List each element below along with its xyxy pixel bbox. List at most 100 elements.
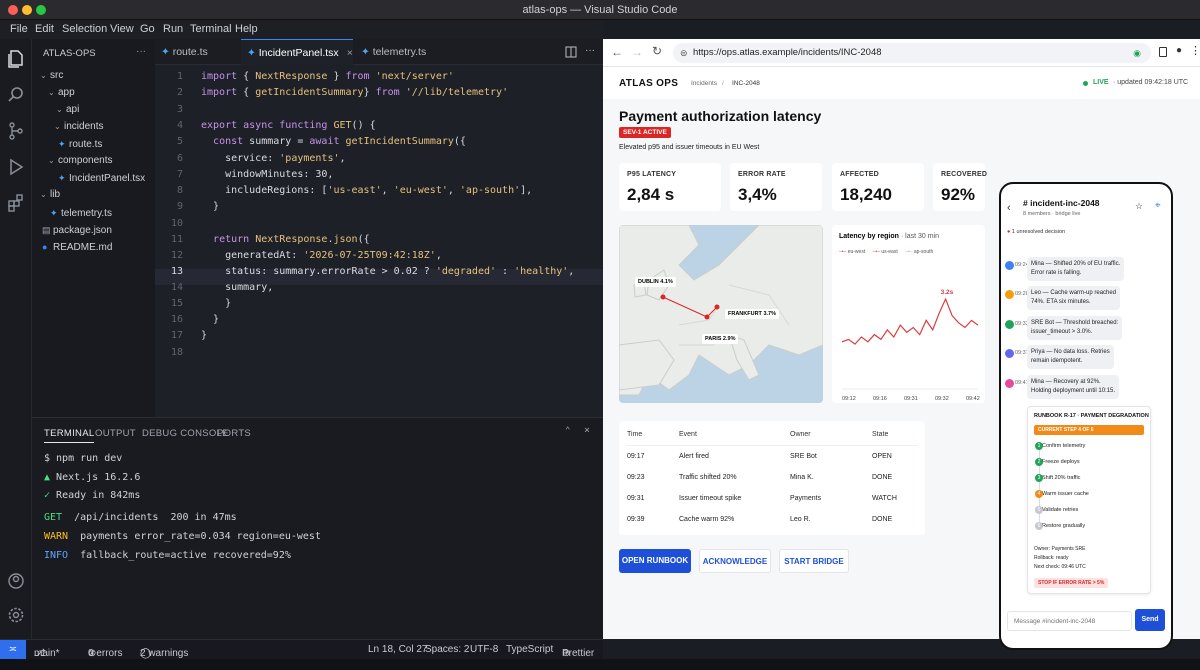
status-bar: ≍ ⎇ main* ⊗ 0 errors ◯ 2 warnings Ln 18,… — [0, 639, 603, 660]
tree-folder-api[interactable]: ⌄ api — [56, 102, 79, 118]
tree-folder-src[interactable]: ⌄ src — [40, 68, 63, 84]
tab-debug-console[interactable]: DEBUG CONSOLE — [142, 428, 229, 439]
code-editor[interactable]: 1 2 3 4 5 6 7 8 9 10 11 12 13 14 15 16 17 18 import { Nex… — [155, 65, 603, 417]
tree-folder-lib[interactable]: ⌄ lib — [40, 187, 60, 203]
step-label: Warm issuer cache — [1042, 491, 1089, 497]
tree-file-telemetry-ts[interactable]: ✦ telemetry.ts — [50, 205, 112, 221]
pin-icon[interactable]: ⌖ — [1155, 200, 1161, 211]
close-tab-icon[interactable]: × — [347, 47, 353, 59]
runbook-step[interactable]: 3 Shift 20% traffic — [1035, 474, 1080, 482]
step-label: Confirm telemetry — [1042, 443, 1086, 449]
cell-event: Cache warm 92% — [679, 516, 735, 523]
menu-terminal[interactable]: Terminal — [190, 23, 232, 35]
extension-icon[interactable]: ◉ — [1133, 43, 1141, 63]
back-chevron-icon[interactable]: ‹ — [1007, 202, 1011, 214]
unresolved-decision-banner[interactable]: ● 1 unresolved decision — [1007, 229, 1065, 235]
region-map[interactable]: DUBLIN 4.1% FRANKFURT 3.7% PARIS 2.9% — [619, 225, 823, 403]
breadcrumb-incidents[interactable]: Incidents — [691, 80, 717, 87]
line-number: 18 — [170, 347, 183, 358]
cell-event: Issuer timeout spike — [679, 495, 742, 502]
runbook-step[interactable]: 4 Warm issuer cache — [1035, 490, 1089, 498]
source-control-icon[interactable] — [6, 121, 26, 141]
acknowledge-button[interactable]: ACKNOWLEDGE — [699, 549, 771, 573]
branch-label: main* — [34, 648, 60, 659]
explorer-icon[interactable] — [6, 49, 26, 69]
encoding[interactable]: UTF-8 — [470, 644, 498, 655]
send-button[interactable]: Send — [1135, 609, 1165, 631]
address-bar[interactable]: ⊜ https://ops.atlas.example/incidents/IN… — [673, 43, 1151, 63]
menu-view[interactable]: View — [110, 23, 134, 35]
indentation[interactable]: Spaces: 2 — [425, 644, 469, 655]
bookmark-icon[interactable] — [1159, 47, 1167, 57]
browser-menu-icon[interactable]: ⋮ — [1190, 44, 1200, 57]
profile-icon[interactable]: ● — [1176, 45, 1182, 56]
stop-condition-badge: STOP IF ERROR RATE > 5% — [1034, 578, 1109, 588]
message-bubble: Priya — No data loss. Retries remain idem… — [1027, 345, 1114, 369]
code-line: service: 'payments', — [201, 153, 346, 164]
more-actions-icon[interactable]: ··· — [136, 46, 146, 57]
close-panel-icon[interactable]: × — [584, 425, 590, 436]
editor-more-icon[interactable]: ··· — [585, 45, 595, 56]
runbook-step[interactable]: 5 Validate retries — [1035, 506, 1078, 514]
tab-incidentpanel-tsx[interactable]: ✦ IncidentPanel.tsx × — [241, 39, 353, 65]
map-label-frankfurt[interactable]: FRANKFURT 3.7% — [725, 309, 779, 319]
search-icon[interactable] — [6, 85, 26, 105]
tab-output[interactable]: OUTPUT — [95, 428, 136, 439]
tree-file-route-ts[interactable]: ✦ route.ts — [58, 136, 102, 152]
tab-route-ts[interactable]: ✦ route.ts — [155, 39, 239, 65]
column-header-state: State — [872, 431, 889, 438]
tree-file-readme-md[interactable]: ● README.md — [42, 239, 112, 255]
map-label-dublin[interactable]: DUBLIN 4.1% — [635, 277, 676, 287]
menu-help[interactable]: Help — [235, 23, 258, 35]
message-input[interactable] — [1007, 611, 1132, 631]
menu-file[interactable]: File — [10, 23, 28, 35]
site-info-icon[interactable]: ⊜ — [680, 43, 688, 63]
runbook-step[interactable]: 6 Restore gradually — [1035, 522, 1085, 530]
errors-label: 0 errors — [88, 648, 123, 659]
runbook-title: RUNBOOK R-17 · PAYMENT DEGRADATION — [1034, 413, 1149, 419]
menu-run[interactable]: Run — [163, 23, 183, 35]
forward-arrow-icon[interactable]: → — [631, 45, 643, 59]
tab-ports[interactable]: PORTS — [217, 428, 251, 439]
runbook-details: Owner: Payments SRE Rollback: ready Next… — [1034, 545, 1086, 572]
run-debug-icon[interactable] — [6, 157, 26, 177]
runbook-card[interactable]: RUNBOOK R-17 · PAYMENT DEGRADATION CURRE… — [1027, 406, 1151, 594]
back-arrow-icon[interactable]: ← — [611, 45, 623, 59]
menu-edit[interactable]: Edit — [35, 23, 54, 35]
tab-terminal[interactable]: TERMINAL — [44, 428, 95, 443]
open-runbook-button[interactable]: OPEN RUNBOOK — [619, 549, 691, 573]
triangle-icon: ▲ — [44, 472, 57, 483]
accounts-icon[interactable] — [6, 571, 26, 591]
start-bridge-button[interactable]: START BRIDGE — [779, 549, 849, 573]
remote-indicator-icon[interactable]: ≍ — [0, 640, 26, 660]
cell-owner: Mina K. — [790, 474, 814, 481]
reload-icon[interactable]: ↻ — [652, 44, 662, 58]
code-line: } — [201, 330, 208, 341]
cursor-position[interactable]: Ln 18, Col 27 — [368, 644, 428, 655]
kpi-label: P95 LATENCY — [627, 171, 677, 178]
tree-file-package-json[interactable]: ▤ package.json — [42, 222, 112, 238]
extensions-icon[interactable] — [6, 193, 26, 213]
settings-gear-icon[interactable] — [6, 605, 26, 625]
star-icon[interactable]: ☆ — [1135, 201, 1143, 212]
tab-telemetry-ts[interactable]: ✦ telemetry.ts — [355, 39, 447, 65]
maximize-panel-icon[interactable]: ⌃ — [565, 426, 570, 436]
column-header-time: Time — [627, 431, 643, 438]
tree-folder-components[interactable]: ⌄ components — [48, 153, 112, 169]
step-number: 3 — [1035, 474, 1043, 482]
menu-selection[interactable]: Selection — [62, 23, 107, 35]
menu-go[interactable]: Go — [140, 23, 155, 35]
latency-line-chart[interactable]: 3.2s 09:12 09:16 09:31 09:32 09:42 — [832, 225, 985, 403]
tree-label: telemetry.ts — [61, 208, 112, 219]
app-logo[interactable]: ATLAS OPS — [619, 78, 678, 89]
terminal-panel[interactable]: TERMINAL OUTPUT DEBUG CONSOLE PORTS ⌃ × … — [32, 417, 603, 639]
tree-file-incidentpanel-tsx[interactable]: ✦ IncidentPanel.tsx — [58, 170, 145, 186]
runbook-step[interactable]: 1 Confirm telemetry — [1035, 442, 1086, 450]
split-editor-icon[interactable] — [565, 46, 577, 58]
tree-folder-app[interactable]: ⌄ app — [48, 85, 75, 101]
map-label-paris[interactable]: PARIS 2.9% — [702, 334, 739, 344]
language-mode[interactable]: TypeScript — [506, 644, 553, 655]
line-number: 9 — [176, 201, 183, 212]
runbook-step[interactable]: 2 Freeze deploys — [1035, 458, 1080, 466]
tree-folder-incidents[interactable]: ⌄ incidents — [54, 119, 103, 135]
